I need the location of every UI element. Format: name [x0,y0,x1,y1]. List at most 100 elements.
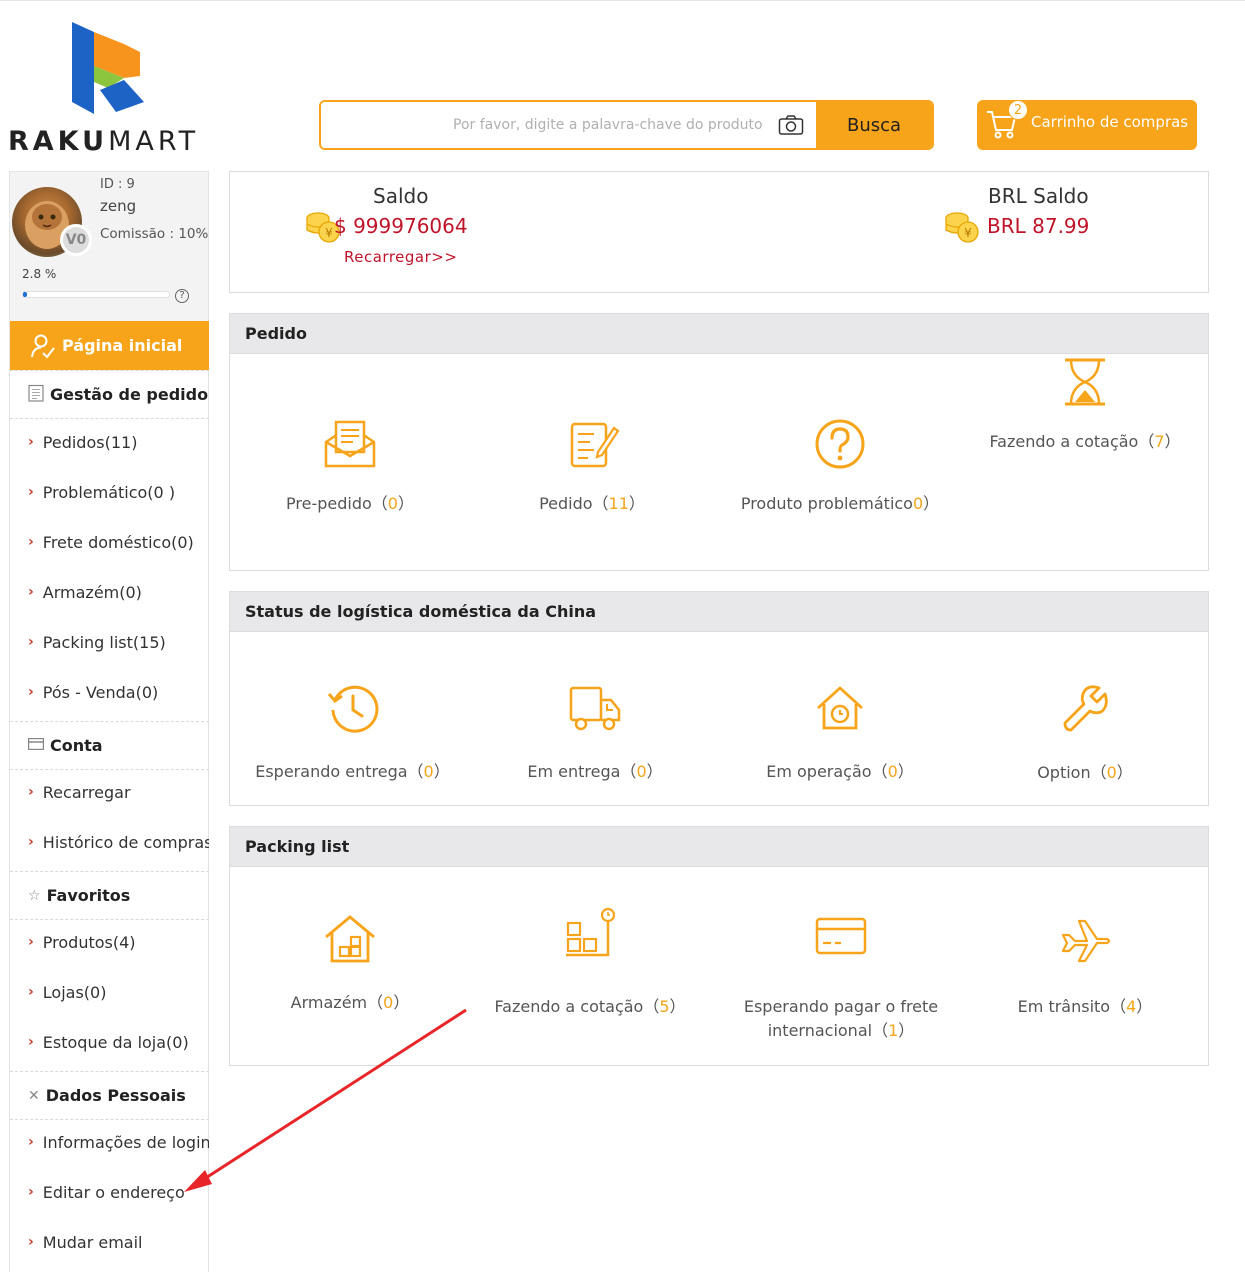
tools-icon: ✕ [28,1087,40,1104]
packing-item-em-transito[interactable]: Em trânsito（4） [990,911,1180,1016]
esperando-pagar-frete-label-2: internacional [767,1021,873,1040]
section-conta: Conta [10,721,209,770]
question-circle-icon [815,419,865,469]
sidebar-item-pedidos[interactable]: › Pedidos(11) [10,417,209,467]
profile-card: V0 ID : 9 zeng Comissão : 10% 2.8 % ? [10,171,208,321]
cart-button[interactable]: 2 Carrinho de compras [977,100,1197,150]
chevron-right-icon: › [28,834,34,850]
esperando-entrega-label: Esperando entrega [255,762,408,781]
progress-percent: 2.8 % [22,267,57,281]
em-transito-count: 4 [1126,997,1137,1016]
armazem-count: 0 [383,993,394,1012]
chevron-right-icon: › [28,1134,34,1150]
sidebar-item-problematico[interactable]: › Problemático(0 ) [10,467,209,517]
sidebar-item-armazem[interactable]: › Armazém(0) [10,567,209,617]
packing-cotacao-count: 5 [659,997,670,1016]
envelope-document-icon [324,420,376,468]
em-entrega-count: 0 [636,762,647,781]
sidebar-item-mudar-email[interactable]: › Mudar email [10,1217,209,1267]
user-check-icon [31,334,55,359]
airplane-icon [1061,919,1111,963]
logistica-card-title: Status de logística doméstica da China [230,592,1208,632]
pedido-label: Pedido [539,494,593,513]
pedido-item-pre-pedido[interactable]: Pre-pedido（0） [270,416,430,513]
home-label: Página inicial [62,336,183,355]
chevron-right-icon: › [28,984,34,1000]
clipboard-icon [28,384,44,406]
logistica-item-em-entrega[interactable]: Em entrega（0） [495,680,695,781]
logistica-item-option[interactable]: Option（0） [985,680,1185,782]
user-id: ID : 9 [100,177,135,192]
logo-text: RAKUMART [8,126,200,157]
packing-item-armazem[interactable]: Armazém（0） [250,911,450,1012]
produto-problematico-count: 0 [912,494,924,513]
search-button[interactable]: Busca [816,102,932,148]
sidebar-item-pos-venda[interactable]: › Pós - Venda(0) [10,667,209,717]
packing-card-title: Packing list [230,827,1208,867]
packing-item-esperando-pagar-frete[interactable]: Esperando pagar o frete internacional（1） [730,911,952,1040]
sidebar-item-packing-list[interactable]: › Packing list(15) [10,617,209,667]
document-edit-icon [570,422,620,468]
option-label: Option [1037,763,1091,782]
svg-text:¥: ¥ [325,226,333,240]
rakumart-logo[interactable]: RAKUMART [8,20,212,157]
saldo-title: Saldo [373,184,429,208]
user-name: zeng [100,197,137,215]
star-icon: ☆ [28,887,41,904]
esperando-pagar-frete-count: 1 [888,1021,899,1040]
sidebar-item-editar-endereco[interactable]: › Editar o endereço [10,1167,209,1217]
section-dados-pessoais: ✕ Dados Pessoais [10,1071,209,1120]
sidebar-item-recarregar[interactable]: › Recarregar [10,767,209,817]
esperando-entrega-count: 0 [423,762,434,781]
sidebar-item-produtos[interactable]: › Produtos(4) [10,917,209,967]
cart-count-badge: 2 [1008,100,1028,120]
chevron-right-icon: › [28,534,34,550]
brl-saldo-value: BRL 87.99 [987,214,1090,238]
em-transito-label: Em trânsito [1017,997,1111,1016]
logistica-item-esperando-entrega[interactable]: Esperando entrega（0） [240,680,465,781]
hourglass-icon [1065,358,1105,406]
search-input[interactable] [321,102,766,148]
camera-icon[interactable] [766,102,816,148]
pedido-card-title: Pedido [230,314,1208,354]
sidebar-item-informacoes-login[interactable]: › Informações de login [10,1117,209,1167]
warehouse-icon [325,915,375,963]
packing-cotacao-label: Fazendo a cotação [494,997,644,1016]
pedido-card: Pedido Pre-pedido（0） Pedido（11） Produto … [229,313,1209,571]
fazendo-cotacao-label: Fazendo a cotação [989,432,1139,451]
chevron-right-icon: › [28,1184,34,1200]
chevron-right-icon: › [28,634,34,650]
truck-icon [569,686,621,731]
search-bar: Busca [319,100,934,150]
credit-card-icon [815,917,867,955]
logistica-item-em-operacao[interactable]: Em operação（0） [740,680,940,781]
help-icon[interactable]: ? [175,289,189,303]
sidebar-item-frete-domestico[interactable]: › Frete doméstico(0) [10,517,209,567]
sidebar-item-historico-compras[interactable]: › Histórico de compras [10,817,209,867]
chevron-right-icon: › [28,434,34,450]
chevron-right-icon: › [28,584,34,600]
house-clock-icon [817,686,863,730]
pedido-item-produto-problematico[interactable]: Produto problemático0） [740,416,940,513]
chevron-right-icon: › [28,684,34,700]
chevron-right-icon: › [28,784,34,800]
sidebar-item-lojas[interactable]: › Lojas(0) [10,967,209,1017]
progress-bar [22,291,170,298]
em-operacao-label: Em operação [766,762,872,781]
recarregar-link[interactable]: Recarregar>> [344,248,457,266]
page: RAKUMART Busca 2 Carrinho de compras [0,0,1245,1272]
chevron-right-icon: › [28,1234,34,1250]
logo-mark-icon [72,22,144,114]
option-count: 0 [1106,763,1117,782]
pedido-item-fazendo-cotacao[interactable]: Fazendo a cotação（7） [980,354,1190,451]
esperando-pagar-frete-label-1: Esperando pagar o frete [743,997,939,1016]
produto-problematico-label: Produto problemático [740,494,913,513]
pedido-item-pedido[interactable]: Pedido（11） [512,416,672,513]
wrench-icon [1063,685,1108,732]
boxes-scale-icon [566,907,616,957]
sidebar-item-home[interactable]: Página inicial [10,321,209,370]
cart-label: Carrinho de compras [1031,113,1189,131]
sidebar-item-estoque-loja[interactable]: › Estoque da loja(0) [10,1017,209,1067]
pedido-count: 11 [608,494,629,513]
packing-item-fazendo-cotacao[interactable]: Fazendo a cotação（5） [485,907,695,1016]
